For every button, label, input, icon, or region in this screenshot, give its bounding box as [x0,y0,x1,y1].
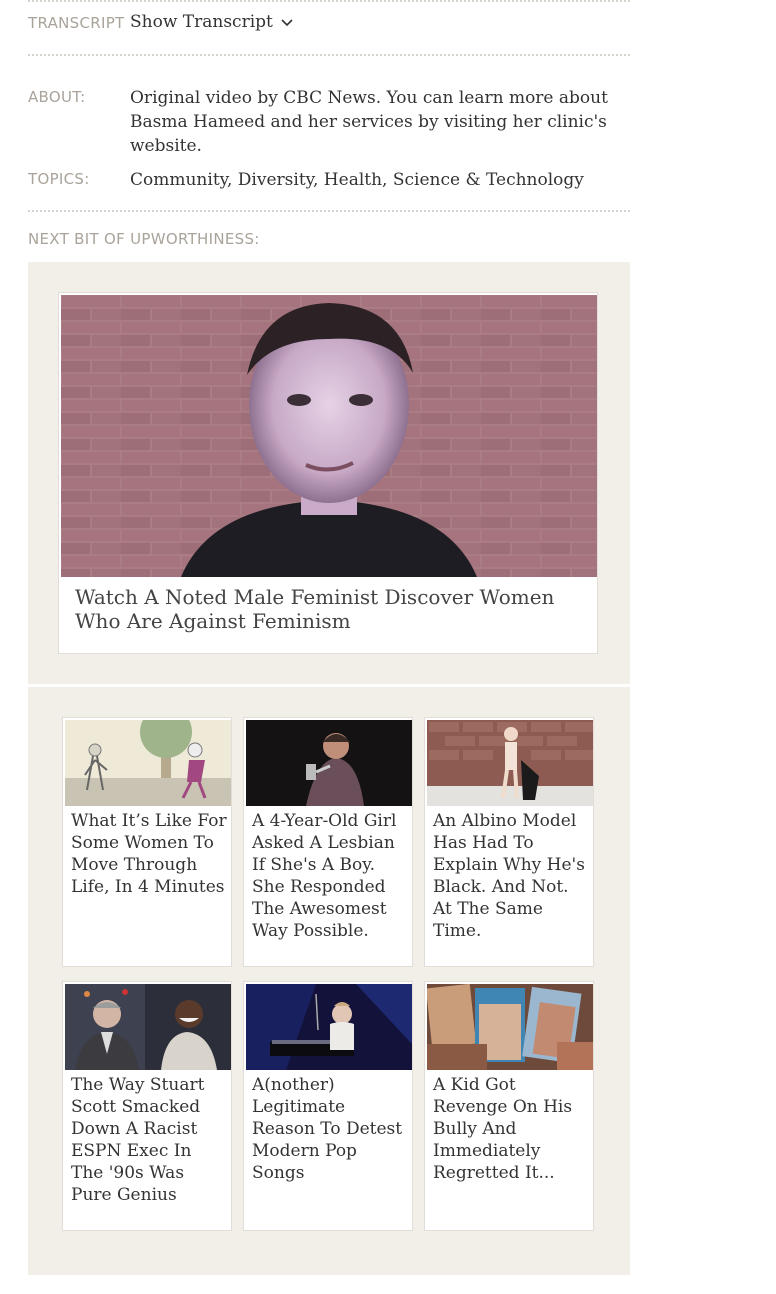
topics-row: TOPICS: Community, Diversity, Health, Sc… [28,168,630,192]
topics-label: TOPICS: [28,170,90,188]
related-title[interactable]: The Way Stuart Scott Smacked Down A Raci… [71,1074,227,1206]
related-thumbnail[interactable] [246,720,412,806]
related-card[interactable]: What It’s Like For Some Women To Move Th… [62,717,232,967]
related-title[interactable]: An Albino Model Has Had To Explain Why H… [433,810,589,942]
related-title[interactable]: A 4-Year-Old Girl Asked A Lesbian If She… [252,810,408,942]
related-title[interactable]: What It’s Like For Some Women To Move Th… [71,810,227,898]
related-title[interactable]: A Kid Got Revenge On His Bully And Immed… [433,1074,589,1184]
featured-card[interactable]: Watch A Noted Male Feminist Discover Wom… [58,292,598,654]
transcript-divider [28,54,630,56]
related-card[interactable]: A Kid Got Revenge On His Bully And Immed… [424,981,594,1231]
related-title[interactable]: A(nother) Legitimate Reason To Detest Mo… [252,1074,408,1184]
topics-divider [28,210,630,212]
featured-title[interactable]: Watch A Noted Male Feminist Discover Wom… [75,585,585,633]
about-row: ABOUT: Original video by CBC News. You c… [28,86,630,158]
top-divider [28,0,630,2]
related-thumbnail[interactable] [65,984,231,1070]
chevron-down-icon [281,18,293,26]
related-card[interactable]: An Albino Model Has Had To Explain Why H… [424,717,594,967]
related-thumbnail[interactable] [65,720,231,806]
related-thumbnail[interactable] [246,984,412,1070]
related-card[interactable]: The Way Stuart Scott Smacked Down A Raci… [62,981,232,1231]
topics-text[interactable]: Community, Diversity, Health, Science & … [130,168,610,192]
about-label: ABOUT: [28,88,86,106]
about-text: Original video by CBC News. You can lear… [130,88,608,156]
related-card[interactable]: A(nother) Legitimate Reason To Detest Mo… [243,981,413,1231]
related-thumbnail[interactable] [427,720,593,806]
show-transcript-text: Show Transcript [130,12,273,32]
show-transcript-link[interactable]: Show Transcript [130,12,294,32]
transcript-label: TRANSCRIPT [28,14,125,32]
related-thumbnail[interactable] [427,984,593,1070]
related-card[interactable]: A 4-Year-Old Girl Asked A Lesbian If She… [243,717,413,967]
transcript-row: TRANSCRIPT Show Transcript [28,12,630,36]
featured-thumbnail[interactable] [61,295,597,577]
next-section-heading: NEXT BIT OF UPWORTHINESS: [28,230,260,248]
featured-panel: Watch A Noted Male Feminist Discover Wom… [28,262,630,684]
related-grid-panel: What It’s Like For Some Women To Move Th… [28,687,630,1275]
